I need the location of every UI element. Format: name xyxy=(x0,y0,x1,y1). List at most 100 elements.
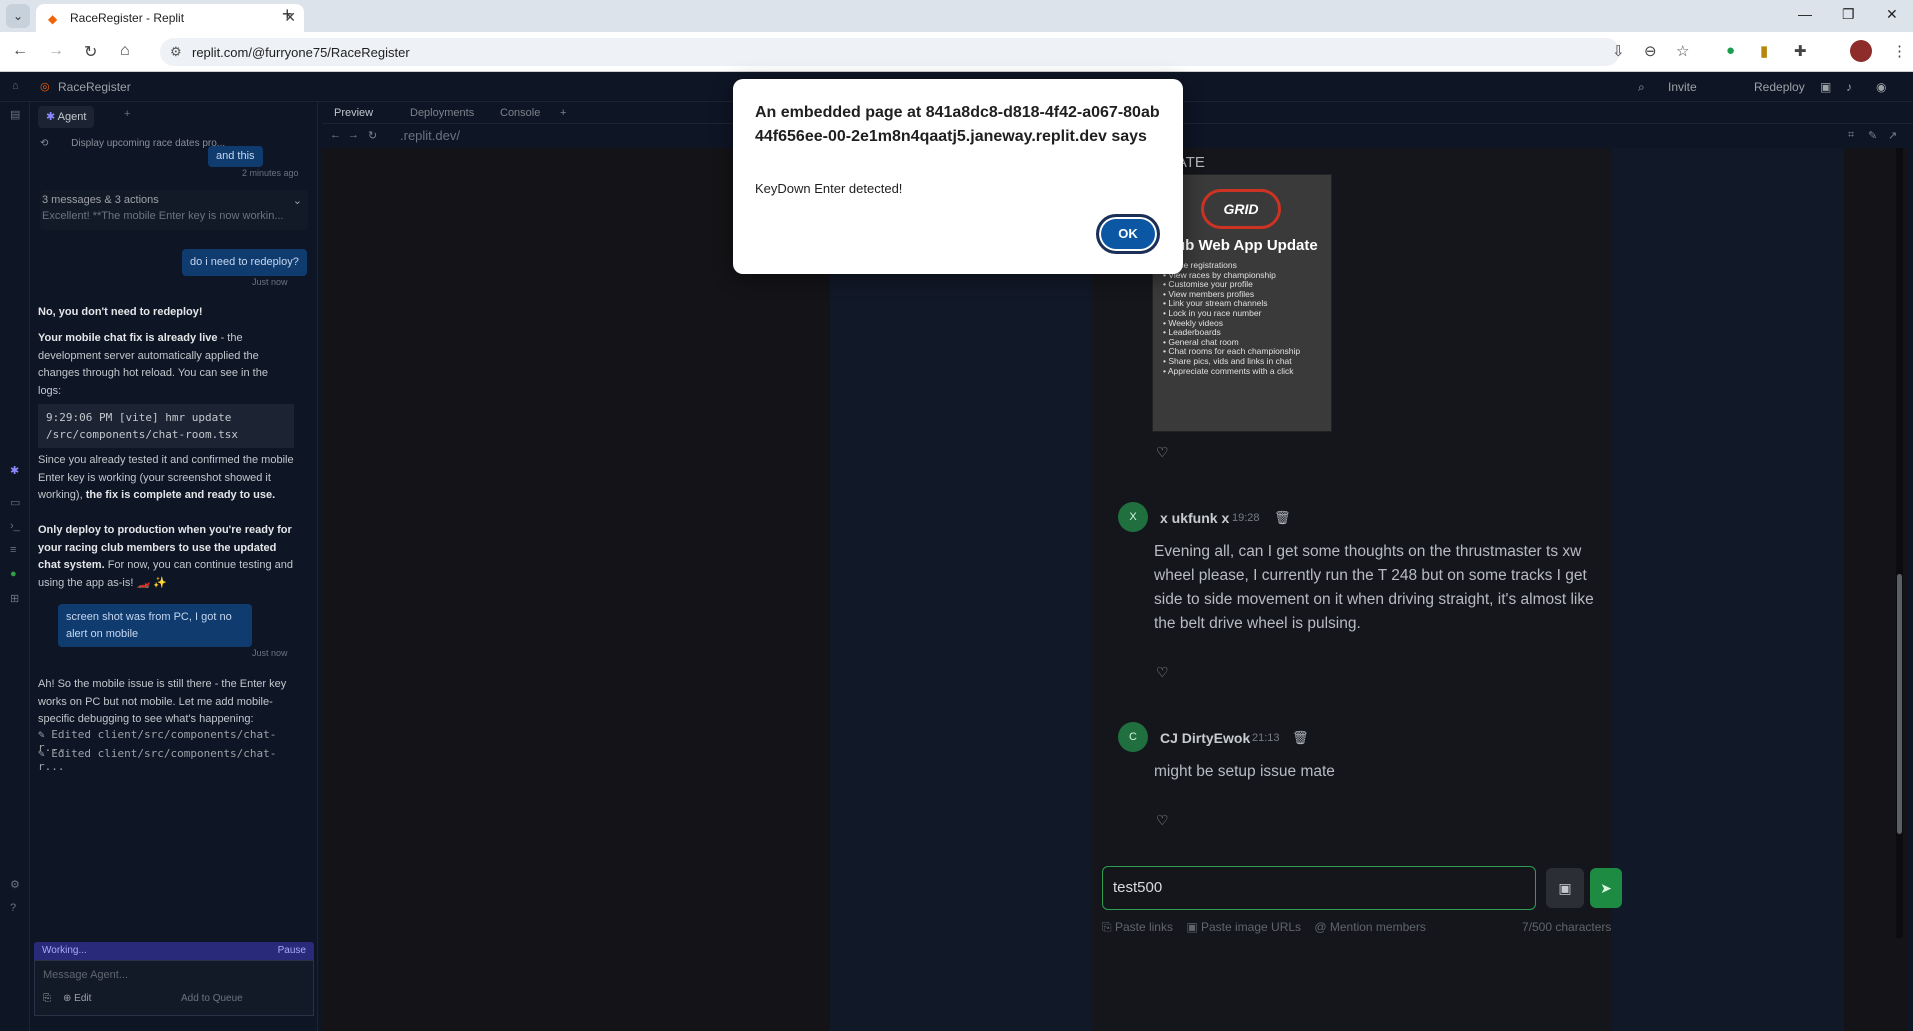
alert-dialog: An embedded page at 841a8dc8-d818-4f42-a… xyxy=(733,79,1183,274)
collapsed-message-group[interactable]: 3 messages & 3 actions Excellent! **The … xyxy=(40,190,308,230)
edit-icon: ✎ xyxy=(38,728,52,741)
back-icon[interactable]: ← xyxy=(12,42,28,60)
chat-message-input[interactable]: test500 xyxy=(1102,866,1536,910)
browser-tab[interactable]: ◆ RaceRegister - Replit ✕ xyxy=(36,4,304,32)
poster-feature-list: • Race registrations • View races by cha… xyxy=(1163,260,1301,376)
grammarly-icon[interactable]: ● xyxy=(1726,42,1735,59)
repl-icon: ◎ xyxy=(40,81,50,93)
preview-back-icon[interactable]: ← xyxy=(330,129,341,141)
reload-icon[interactable]: ↻ xyxy=(84,42,97,62)
invite-button[interactable]: Invite xyxy=(1668,80,1697,94)
agent-message: Your mobile chat fix is already live - t… xyxy=(38,332,268,397)
project-title[interactable]: RaceRegister xyxy=(58,80,131,94)
code-line: 9:29:06 PM [vite] hmr update xyxy=(46,411,232,424)
chat-room: DATE GRID Club Web App Update • Race reg… xyxy=(1092,148,1622,1031)
message-placeholder: Message Agent... xyxy=(43,969,128,981)
open-new-window-icon[interactable]: ↗ xyxy=(1888,129,1897,142)
agent-tab-icon: ✱ xyxy=(46,111,58,123)
history-bar[interactable]: ⟲ Display upcoming race dates pro... xyxy=(40,138,310,156)
forward-icon[interactable]: → xyxy=(48,42,64,60)
deploy-rail-icon[interactable]: ● xyxy=(10,568,17,580)
message-body: Evening all, can I get some thoughts on … xyxy=(1154,543,1594,633)
code-block: 9:29:06 PM [vite] hmr update /src/compon… xyxy=(38,404,294,448)
devtools-icon[interactable]: ⌗ xyxy=(1848,129,1854,142)
restore-icon[interactable]: ❐ xyxy=(1842,6,1855,23)
url-text: replit.com/@furryone75/RaceRegister xyxy=(192,45,410,60)
add-to-queue-button[interactable]: Add to Queue xyxy=(181,993,243,1004)
agent-rail-icon[interactable]: ✱ xyxy=(10,464,19,477)
like-heart-icon[interactable]: ♡ xyxy=(1156,444,1169,461)
url-field[interactable]: ⚙ replit.com/@furryone75/RaceRegister xyxy=(160,38,1620,66)
edit-mode-button[interactable]: ⊕ Edit xyxy=(63,993,91,1004)
agent-chat: ⟲ Display upcoming race dates pro... and… xyxy=(30,132,318,1031)
console-rail-icon[interactable]: ›_ xyxy=(10,520,20,532)
page-background xyxy=(322,148,832,1031)
edit-icon: ✎ xyxy=(38,747,52,760)
history-title: Display upcoming race dates pro... xyxy=(71,138,226,149)
install-app-icon[interactable]: ⇩ xyxy=(1612,42,1625,60)
mention-members-button[interactable]: @ Mention members xyxy=(1314,920,1426,934)
bookmark-star-icon[interactable]: ☆ xyxy=(1676,42,1689,60)
send-icon[interactable]: ➤ xyxy=(1590,868,1622,908)
tab-preview[interactable]: Preview xyxy=(334,107,373,119)
extensions-puzzle-icon[interactable]: ✚ xyxy=(1794,42,1807,60)
new-panel-tab-icon[interactable]: + xyxy=(124,108,130,120)
tab-deployments[interactable]: Deployments xyxy=(410,107,474,119)
bell-icon[interactable]: ♪ xyxy=(1846,80,1852,94)
message-author: CJ DirtyEwok xyxy=(1160,730,1251,746)
zoom-icon[interactable]: ⊖ xyxy=(1644,42,1657,60)
pause-button[interactable]: Pause xyxy=(278,945,306,956)
group-title: 3 messages & 3 actions xyxy=(42,194,159,206)
working-status-bar: Working... Pause xyxy=(34,942,314,960)
delete-trash-icon[interactable]: 🗑 xyxy=(1292,730,1309,746)
preview-reload-icon[interactable]: ↻ xyxy=(368,129,377,142)
ok-button[interactable]: OK xyxy=(1096,214,1160,254)
message-time: 21:13 xyxy=(1252,732,1280,744)
browser-tab-title: RaceRegister - Replit xyxy=(70,11,185,25)
chevron-down-icon[interactable]: ⌄ xyxy=(293,194,302,207)
tools-icon[interactable]: ✎ xyxy=(1868,129,1877,142)
home-icon[interactable]: ⌂ xyxy=(12,80,19,92)
tab-console[interactable]: Console xyxy=(500,107,540,119)
attach-icon[interactable]: ⎘ xyxy=(43,993,51,1004)
preview-rail-icon[interactable]: ▭ xyxy=(10,496,20,509)
all-tools-icon[interactable]: ⊞ xyxy=(10,592,19,605)
paste-image-urls-button[interactable]: ▣ Paste image URLs xyxy=(1186,920,1301,934)
profile-avatar[interactable] xyxy=(1850,40,1872,62)
files-icon[interactable]: ▤ xyxy=(10,108,20,121)
delete-trash-icon[interactable]: 🗑 xyxy=(1274,510,1291,526)
preview-frame: DATE GRID Club Web App Update • Race reg… xyxy=(322,148,1907,1031)
scrollbar-thumb[interactable] xyxy=(1897,574,1902,834)
like-heart-icon[interactable]: ♡ xyxy=(1156,664,1169,681)
search-icon[interactable]: ⌕ xyxy=(1638,80,1645,95)
edit-action-row[interactable]: ✎ Edited client/src/components/chat-r... xyxy=(38,747,294,773)
poster-title: Club Web App Update xyxy=(1161,237,1318,254)
preview-scrollbar[interactable] xyxy=(1896,148,1903,938)
help-icon[interactable]: ? xyxy=(10,902,16,914)
chrome-menu-icon[interactable]: ⋮ xyxy=(1892,42,1907,60)
message-time: Just now xyxy=(252,277,288,287)
user-menu-icon[interactable]: ◉ xyxy=(1876,80,1886,94)
redeploy-button[interactable]: Redeploy xyxy=(1754,80,1805,94)
agent-message-input[interactable]: Message Agent... ⎘ ⊕ Edit Add to Queue xyxy=(34,960,314,1016)
window-close-icon[interactable]: ✕ xyxy=(1886,6,1898,23)
message-body: might be setup issue mate xyxy=(1154,763,1335,780)
user-message-bubble: and this xyxy=(208,146,263,167)
new-tab-icon[interactable]: + xyxy=(282,4,293,25)
site-info-icon[interactable]: ⚙ xyxy=(170,44,182,60)
preview-forward-icon[interactable]: → xyxy=(348,129,359,141)
preview-url-field[interactable]: .replit.dev/ xyxy=(400,128,460,143)
panel-toggle-icon[interactable]: ▣ xyxy=(1820,80,1831,94)
database-icon[interactable]: ≡ xyxy=(10,544,16,556)
image-upload-icon[interactable]: ▣ xyxy=(1546,868,1584,908)
history-icon[interactable]: ⟲ xyxy=(40,138,48,149)
home-icon[interactable]: ⌂ xyxy=(120,42,130,60)
like-heart-icon[interactable]: ♡ xyxy=(1156,812,1169,829)
paste-links-button[interactable]: ⎘ Paste links xyxy=(1102,920,1173,934)
settings-icon[interactable]: ⚙ xyxy=(10,878,20,891)
extension-icon[interactable]: ▮ xyxy=(1760,42,1768,60)
tab-search-chevron-icon[interactable]: ⌄ xyxy=(6,4,30,28)
tab-agent[interactable]: ✱ Agent xyxy=(38,106,95,128)
minimize-icon[interactable]: — xyxy=(1798,6,1812,22)
new-tab-icon[interactable]: + xyxy=(560,107,566,119)
